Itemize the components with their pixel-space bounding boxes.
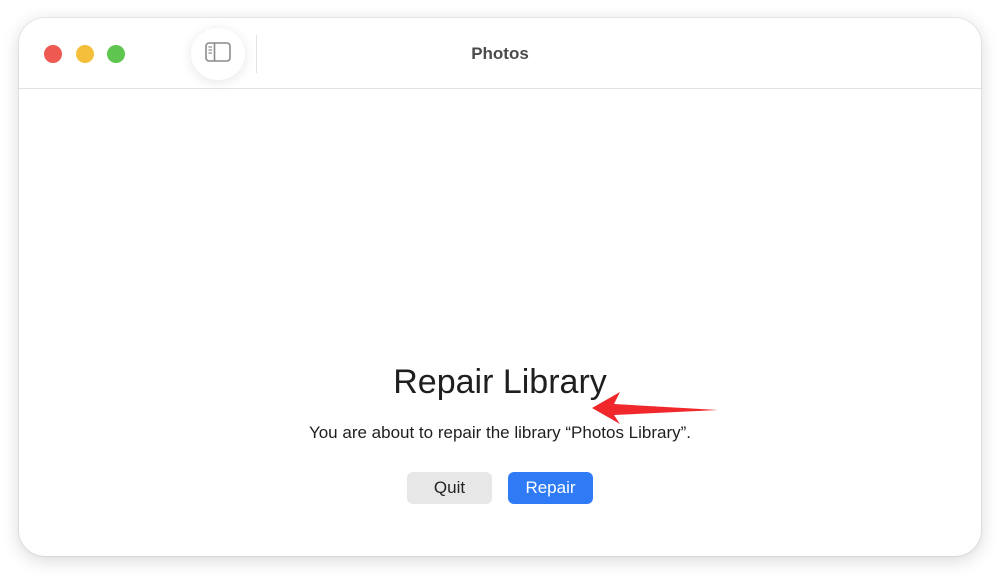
photos-window: Photos Repair Library You are about to r… [19, 18, 981, 556]
repair-button[interactable]: Repair [508, 472, 593, 504]
window-title: Photos [471, 44, 529, 63]
quit-button[interactable]: Quit [407, 472, 492, 504]
dialog-heading: Repair Library [393, 363, 607, 401]
dialog-message: You are about to repair the library “Pho… [308, 423, 692, 442]
arrow-left-icon [592, 392, 718, 424]
title-bar: Photos [19, 18, 981, 89]
repair-library-panel: Repair Library You are about to repair t… [19, 89, 981, 556]
